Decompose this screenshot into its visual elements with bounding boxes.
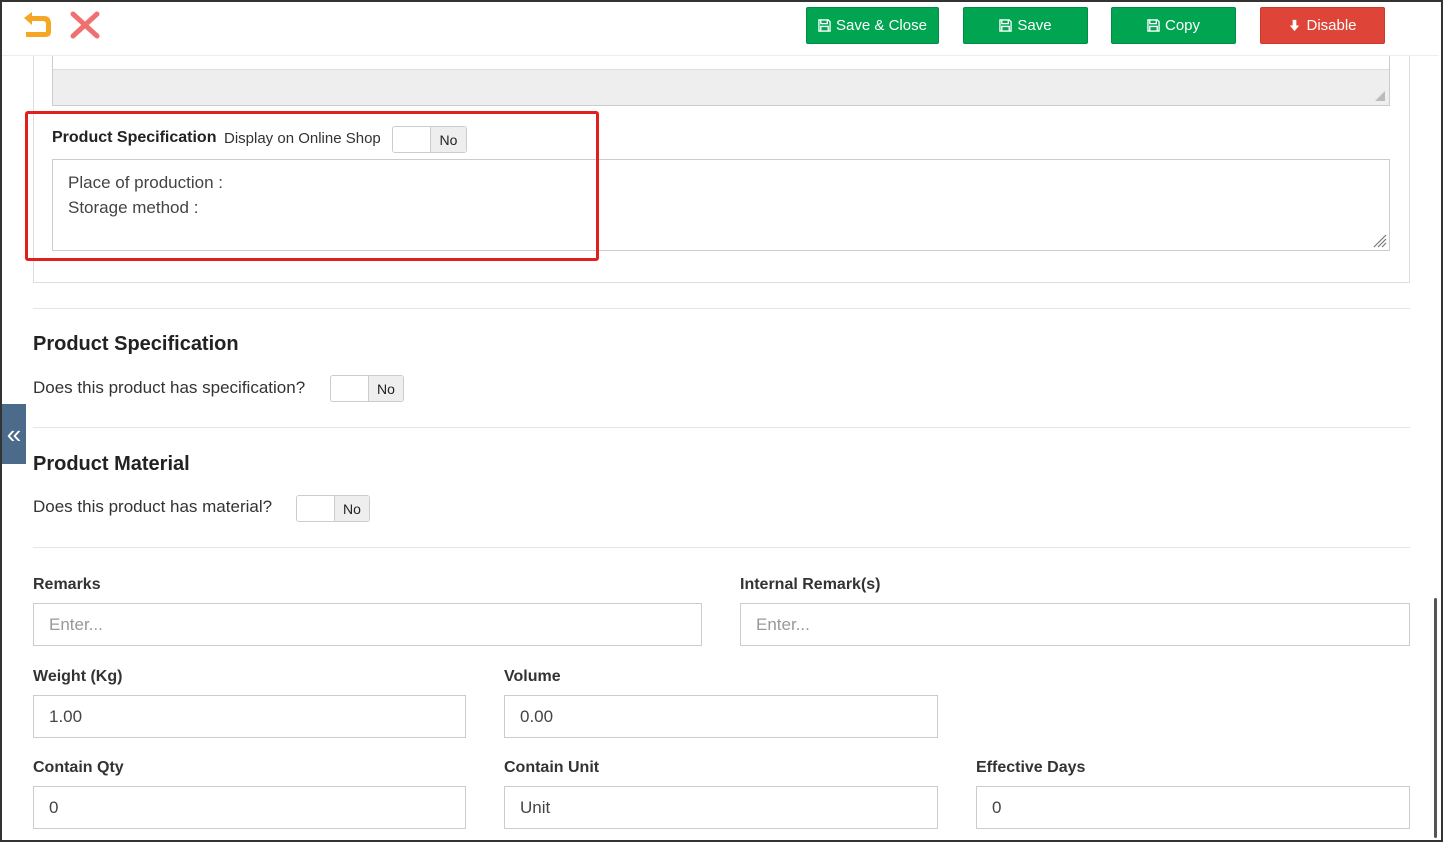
contain-unit-label: Contain Unit	[504, 759, 600, 776]
volume-label: Volume	[504, 668, 561, 685]
volume-input[interactable]: 0.00	[504, 695, 938, 738]
divider	[33, 427, 1410, 428]
remarks-label: Remarks	[33, 576, 101, 593]
scrollbar[interactable]	[1434, 598, 1437, 838]
save-close-label: Save & Close	[836, 17, 927, 34]
floppy-disk-icon	[999, 19, 1013, 32]
remarks-input[interactable]: Enter...	[33, 603, 702, 646]
spec-text-line: Storage method :	[68, 198, 199, 217]
disable-label: Disable	[1306, 17, 1357, 34]
weight-label: Weight (Kg)	[33, 668, 123, 685]
online-spec-textarea[interactable]: Place of production : Storage method :	[52, 159, 1390, 251]
effective-days-input[interactable]: 0	[976, 786, 1410, 829]
divider	[33, 308, 1410, 309]
resize-handle-icon[interactable]	[1375, 91, 1385, 101]
disable-button[interactable]: Disable	[1260, 7, 1385, 44]
copy-label: Copy	[1164, 17, 1201, 34]
toggle-value: No	[431, 127, 466, 152]
double-chevron-left-icon: «	[6, 418, 22, 449]
toggle-value: No	[335, 496, 369, 521]
specification-toggle[interactable]: No	[330, 375, 404, 402]
product-specification-title: Product Specification	[33, 333, 239, 355]
save-label: Save	[1017, 17, 1052, 34]
floppy-disk-icon	[1147, 19, 1160, 32]
effective-days-label: Effective Days	[976, 759, 1086, 776]
toggle-knob	[331, 376, 369, 401]
copy-button[interactable]: Copy	[1111, 7, 1236, 44]
divider	[33, 547, 1410, 548]
save-close-button[interactable]: Save & Close	[806, 7, 939, 44]
material-question: Does this product has material?	[33, 497, 273, 516]
close-x-icon[interactable]	[68, 10, 102, 40]
resize-handle-icon[interactable]	[1371, 232, 1387, 248]
internal-remarks-input[interactable]: Enter...	[740, 603, 1410, 646]
sidebar-toggle[interactable]: «	[2, 404, 26, 464]
material-toggle[interactable]: No	[296, 495, 370, 522]
specification-question: Does this product has specification?	[33, 378, 306, 397]
floppy-disk-icon	[818, 19, 831, 32]
online-spec-toggle[interactable]: No	[392, 126, 467, 153]
textarea-disabled-area	[53, 69, 1389, 105]
toggle-value: No	[369, 376, 403, 401]
online-spec-label: Product Specification	[52, 129, 217, 146]
save-button[interactable]: Save	[963, 7, 1088, 44]
online-spec-sublabel: Display on Online Shop	[224, 130, 381, 147]
top-toolbar: Save & Close Save Copy Disable	[2, 2, 1439, 56]
internal-remarks-label: Internal Remark(s)	[740, 576, 881, 593]
spec-text-line: Place of production :	[68, 173, 223, 192]
previous-textarea[interactable]	[52, 56, 1390, 106]
product-material-title: Product Material	[33, 453, 190, 475]
undo-arrow-icon[interactable]	[20, 10, 54, 40]
contain-qty-input[interactable]: 0	[33, 786, 466, 829]
contain-unit-select[interactable]: Unit	[504, 786, 938, 829]
arrow-down-icon	[1290, 19, 1300, 32]
contain-qty-label: Contain Qty	[33, 759, 124, 776]
toggle-knob	[393, 127, 431, 152]
weight-input[interactable]: 1.00	[33, 695, 466, 738]
toggle-knob	[297, 496, 335, 521]
